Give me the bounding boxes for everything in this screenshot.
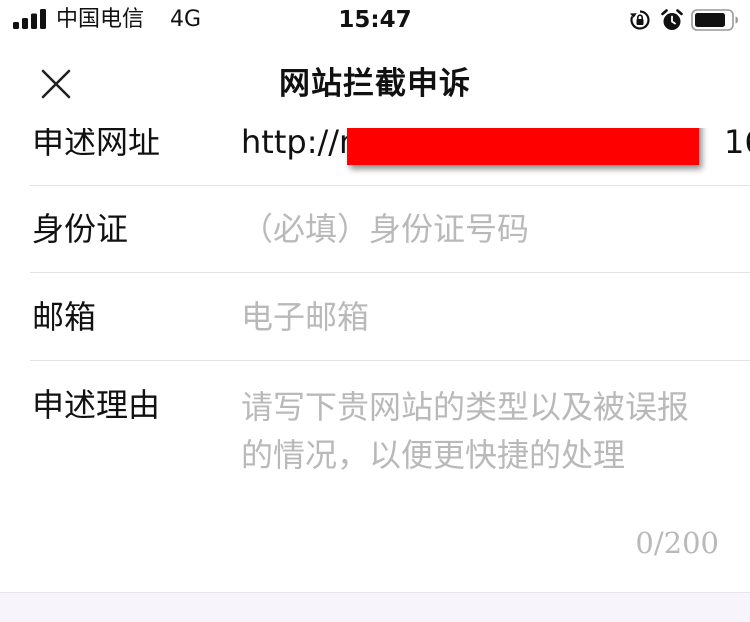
page-title: 网站拦截申诉 bbox=[279, 66, 471, 102]
id-card-label: 身份证 bbox=[32, 210, 129, 248]
id-card-input[interactable] bbox=[241, 207, 741, 251]
reason-label: 申述理由 bbox=[32, 386, 161, 424]
status-bar: 中国电信 4G 15:47 bbox=[0, 0, 750, 40]
email-input[interactable] bbox=[241, 295, 741, 339]
alarm-icon bbox=[661, 9, 683, 30]
email-label: 邮箱 bbox=[32, 298, 97, 336]
url-value-suffix: 16 bbox=[724, 128, 750, 161]
battery-icon bbox=[691, 9, 738, 31]
id-card-row: 身份证 bbox=[30, 185, 750, 273]
char-counter: 0/200 bbox=[635, 526, 719, 560]
email-row: 邮箱 bbox=[30, 273, 750, 361]
navigation-bar: 网站拦截申诉 bbox=[0, 40, 750, 128]
url-label: 申述网址 bbox=[32, 128, 161, 161]
appeal-form: 申述网址 http://m 16 身份证 邮箱 申述理由 0/200 bbox=[0, 128, 750, 592]
url-row: 申述网址 http://m 16 bbox=[30, 128, 750, 186]
reason-textarea[interactable] bbox=[241, 383, 711, 479]
reason-row: 申述理由 0/200 bbox=[30, 361, 750, 591]
redaction-box bbox=[347, 128, 699, 165]
bottom-bar bbox=[0, 592, 750, 622]
rotation-lock-icon bbox=[630, 10, 650, 30]
